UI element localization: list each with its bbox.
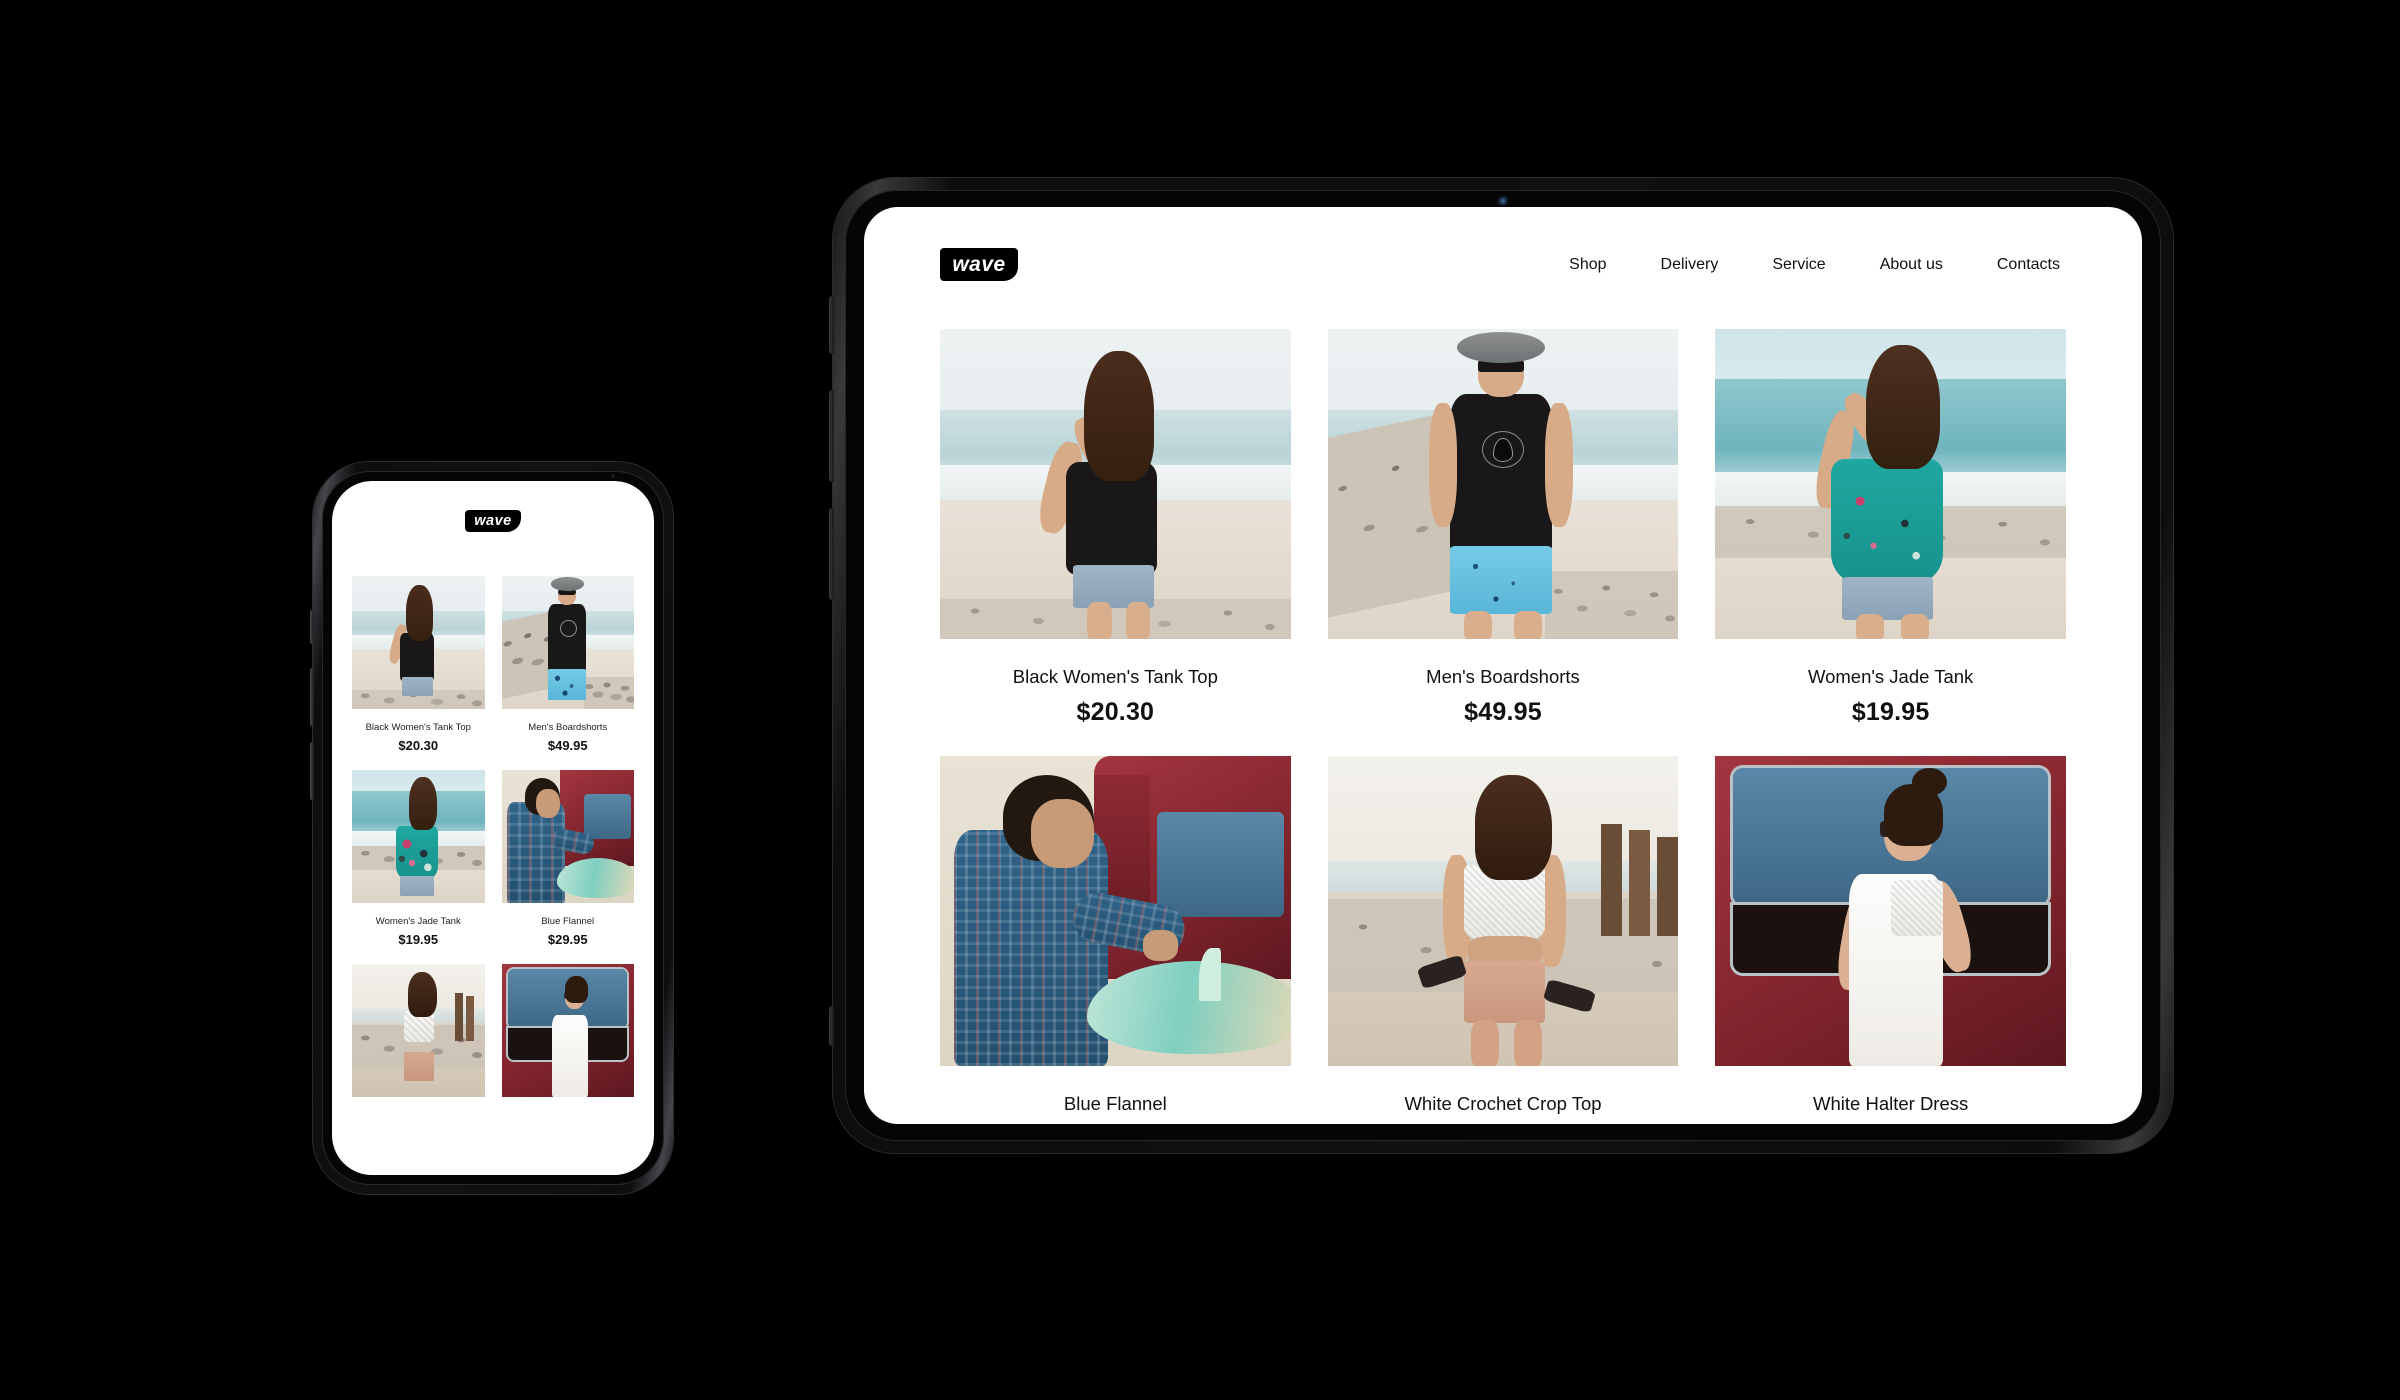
product-name: Black Women's Tank Top: [365, 722, 471, 733]
product-image-blue-flannel[interactable]: [940, 756, 1291, 1066]
product-card[interactable]: Women's Jade Tank $19.95: [1715, 329, 2066, 727]
product-price: $19.95: [398, 932, 439, 947]
phone-screen: wave Black Women's Tank Top $20.30 Men's…: [332, 481, 654, 1175]
nav-item-service[interactable]: Service: [1745, 256, 1852, 274]
tablet-power-button[interactable]: [829, 296, 834, 354]
product-price: $49.95: [547, 738, 588, 753]
tablet-side-accent: [829, 1006, 834, 1046]
main-navigation: Shop Delivery Service About us Contacts: [1542, 256, 2060, 274]
product-image-womens-jade-tank[interactable]: [1715, 329, 2066, 639]
screenshot-stage: wave Shop Delivery Service About us Cont…: [0, 0, 2400, 1400]
product-price: $19.95: [1851, 698, 1930, 726]
product-price: $49.95: [1464, 698, 1542, 726]
product-price: $29.95: [547, 932, 588, 947]
nav-item-about-us[interactable]: About us: [1853, 256, 1970, 274]
nav-item-shop[interactable]: Shop: [1542, 256, 1633, 274]
product-name: Men's Boardshorts: [528, 722, 608, 733]
product-price: $20.30: [1076, 698, 1155, 726]
product-image-woman-black-tank[interactable]: [352, 576, 485, 709]
tablet-volume-down-button[interactable]: [829, 508, 834, 600]
tablet-site-header: wave Shop Delivery Service About us Cont…: [864, 207, 2142, 281]
product-card[interactable]: Blue Flannel $29.95: [501, 770, 634, 947]
product-name: Men's Boardshorts: [1426, 666, 1580, 687]
phone-product-grid: Black Women's Tank Top $20.30 Men's Boar…: [332, 576, 654, 1097]
product-card[interactable]: [352, 964, 485, 1097]
product-name: White Crochet Crop Top: [1404, 1093, 1602, 1114]
tablet-front-camera-icon: [1497, 196, 1509, 207]
nav-item-contacts[interactable]: Contacts: [1970, 256, 2060, 274]
phone-front-camera-icon: [611, 474, 615, 478]
phone-device: wave Black Women's Tank Top $20.30 Men's…: [310, 462, 673, 1194]
phone-page: wave Black Women's Tank Top $20.30 Men's…: [332, 481, 654, 1175]
product-image-white-crop-top[interactable]: [352, 964, 485, 1097]
phone-site-header: wave: [332, 481, 654, 532]
product-name: Women's Jade Tank: [1807, 666, 1974, 687]
product-card[interactable]: Black Women's Tank Top $20.30: [940, 329, 1291, 727]
product-image-mens-boardshorts[interactable]: [1327, 329, 1679, 639]
product-image-woman-black-tank[interactable]: [940, 329, 1291, 639]
product-name: Blue Flannel: [1063, 1093, 1167, 1114]
phone-silent-switch[interactable]: [310, 610, 314, 644]
product-name: Black Women's Tank Top: [1012, 666, 1218, 687]
product-card[interactable]: Men's Boardshorts $49.95: [501, 576, 634, 753]
tablet-volume-up-button[interactable]: [829, 390, 834, 482]
brand-logo-text: wave: [952, 253, 1006, 276]
product-card[interactable]: [501, 964, 634, 1097]
product-image-mens-boardshorts[interactable]: [501, 576, 634, 709]
brand-logo-text: wave: [474, 512, 512, 529]
product-image-white-dress[interactable]: [1715, 756, 2066, 1066]
tablet-device: wave Shop Delivery Service About us Cont…: [829, 178, 2173, 1153]
phone-volume-down-button[interactable]: [310, 742, 314, 800]
product-card[interactable]: White Crochet Crop Top: [1327, 756, 1679, 1124]
product-price: $20.30: [398, 738, 439, 753]
tablet-screen: wave Shop Delivery Service About us Cont…: [864, 207, 2142, 1124]
product-grid: Black Women's Tank Top $20.30 Men's Boar…: [864, 329, 2142, 1124]
product-name: White Halter Dress: [1813, 1093, 1969, 1114]
product-card[interactable]: Men's Boardshorts $49.95: [1327, 329, 1679, 727]
phone-volume-up-button[interactable]: [310, 668, 314, 726]
product-card[interactable]: Black Women's Tank Top $20.30: [352, 576, 485, 753]
product-card[interactable]: White Halter Dress: [1715, 756, 2066, 1124]
product-name: Blue Flannel: [541, 916, 595, 927]
brand-logo[interactable]: wave: [940, 248, 1018, 281]
tablet-page: wave Shop Delivery Service About us Cont…: [864, 207, 2142, 1124]
product-image-white-crop-top[interactable]: [1327, 756, 1679, 1066]
product-card[interactable]: Women's Jade Tank $19.95: [352, 770, 485, 947]
nav-item-delivery[interactable]: Delivery: [1634, 256, 1746, 274]
brand-logo[interactable]: wave: [465, 510, 521, 532]
product-image-blue-flannel[interactable]: [501, 770, 634, 903]
product-image-womens-jade-tank[interactable]: [352, 770, 485, 903]
product-card[interactable]: Blue Flannel $29.95: [940, 756, 1291, 1124]
product-image-white-dress[interactable]: [501, 964, 634, 1097]
product-name: Women's Jade Tank: [375, 916, 461, 927]
